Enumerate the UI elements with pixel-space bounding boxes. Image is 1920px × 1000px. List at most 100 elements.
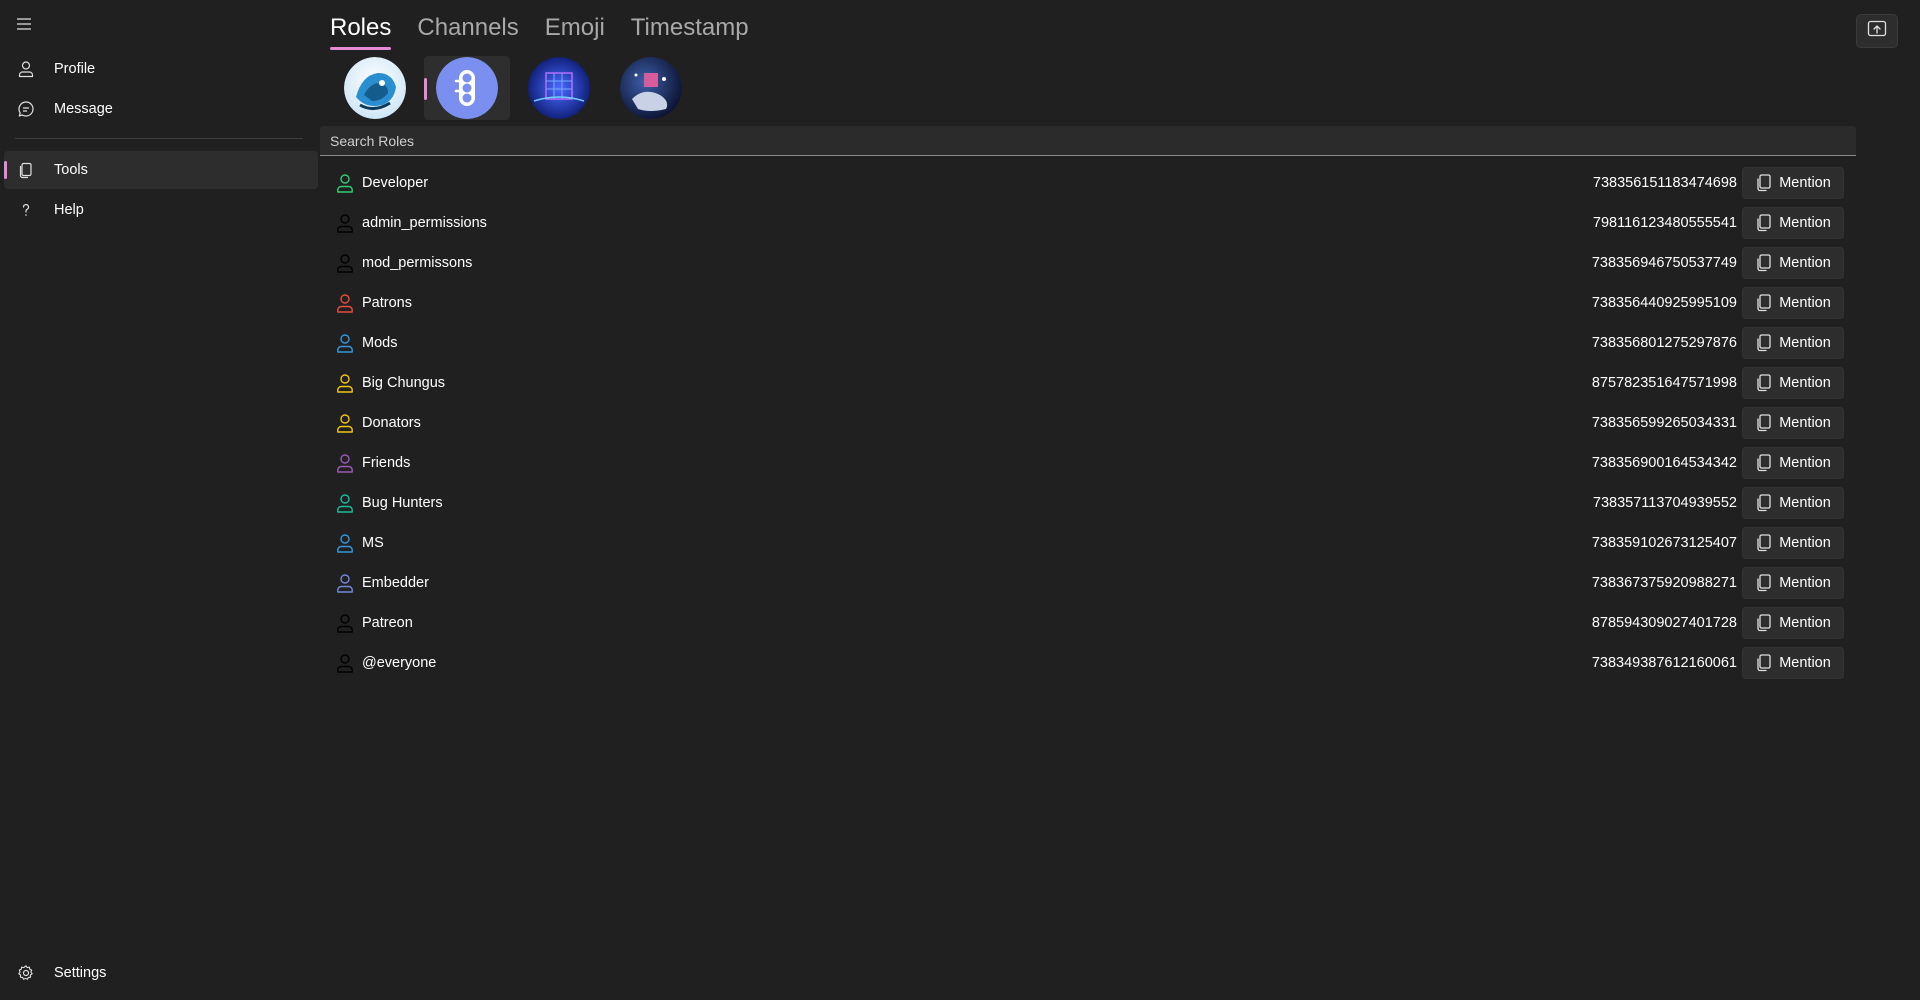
mention-button[interactable]: Mention <box>1742 287 1844 319</box>
server-item[interactable] <box>516 56 602 120</box>
sidebar-item-tools[interactable]: Tools <box>4 151 318 189</box>
role-name: Friends <box>362 455 411 471</box>
server-item[interactable] <box>332 56 418 120</box>
tab-bar: Roles Channels Emoji Timestamp <box>330 14 749 50</box>
role-name: mod_permissons <box>362 255 473 271</box>
role-row: admin_permissions 798116123480555541 Men… <box>320 203 1856 243</box>
mention-button[interactable]: Mention <box>1742 567 1844 599</box>
role-person-icon <box>335 333 355 353</box>
role-person-icon <box>335 413 355 433</box>
tab-roles[interactable]: Roles <box>330 14 392 50</box>
mention-button-label: Mention <box>1779 615 1831 631</box>
role-id: 738356599265034331 <box>1591 415 1737 431</box>
sidebar-divider <box>15 138 303 139</box>
mention-button[interactable]: Mention <box>1742 207 1844 239</box>
sidebar-item-settings[interactable]: Settings <box>4 954 318 992</box>
role-row: Bug Hunters 738357113704939552 Mention <box>320 483 1856 523</box>
role-id: 738356801275297876 <box>1591 335 1737 351</box>
chat-icon <box>16 99 36 119</box>
server-avatar <box>436 57 498 119</box>
server-avatar <box>344 57 406 119</box>
role-row: Embedder 738367375920988271 Mention <box>320 563 1856 603</box>
search-roles-input[interactable] <box>320 126 1856 156</box>
open-external-button[interactable] <box>1856 14 1898 48</box>
copy-icon <box>1755 374 1773 392</box>
sidebar: Profile Message Tools Help Settings <box>0 0 318 1000</box>
role-name: Patreon <box>362 615 413 631</box>
role-name: Developer <box>362 175 429 191</box>
role-row: mod_permissons 738356946750537749 Mentio… <box>320 243 1856 283</box>
role-name: @everyone <box>362 655 437 671</box>
mention-button[interactable]: Mention <box>1742 367 1844 399</box>
role-row: MS 738359102673125407 Mention <box>320 523 1856 563</box>
role-id: 738356900164534342 <box>1591 455 1737 471</box>
sidebar-item-profile[interactable]: Profile <box>4 50 318 88</box>
mention-button-label: Mention <box>1779 455 1831 471</box>
mention-button[interactable]: Mention <box>1742 487 1844 519</box>
role-person-icon <box>335 493 355 513</box>
mention-button[interactable]: Mention <box>1742 607 1844 639</box>
role-person-icon <box>335 653 355 673</box>
role-id: 738356151183474698 <box>1592 175 1737 191</box>
sidebar-item-message[interactable]: Message <box>4 90 318 128</box>
copy-icon <box>1755 574 1773 592</box>
role-name: Bug Hunters <box>362 495 443 511</box>
mention-button[interactable]: Mention <box>1742 247 1844 279</box>
server-avatar <box>620 57 682 119</box>
role-person-icon <box>335 253 355 273</box>
mention-button-label: Mention <box>1779 255 1831 271</box>
copy-icon <box>1755 214 1773 232</box>
tab-timestamp[interactable]: Timestamp <box>631 14 749 50</box>
roles-list: Developer 738356151183474698 Mention adm… <box>320 163 1856 683</box>
role-name: Patrons <box>362 295 412 311</box>
copy-icon <box>1755 654 1773 672</box>
server-item[interactable] <box>424 56 510 120</box>
server-item[interactable] <box>608 56 694 120</box>
hamburger-menu-icon[interactable] <box>12 12 36 36</box>
sidebar-item-label: Message <box>54 101 113 117</box>
sidebar-item-help[interactable]: Help <box>4 191 318 229</box>
mention-button[interactable]: Mention <box>1742 527 1844 559</box>
sidebar-item-label: Tools <box>54 162 88 178</box>
mention-button[interactable]: Mention <box>1742 447 1844 479</box>
role-id: 738357113704939552 <box>1592 495 1737 511</box>
role-id: 875782351647571998 <box>1591 375 1737 391</box>
sidebar-item-label: Profile <box>54 61 96 77</box>
role-id: 878594309027401728 <box>1591 615 1737 631</box>
role-person-icon <box>335 533 355 553</box>
role-row: Developer 738356151183474698 Mention <box>320 163 1856 203</box>
role-person-icon <box>335 573 355 593</box>
role-name: Big Chungus <box>362 375 446 391</box>
role-person-icon <box>335 453 355 473</box>
upload-window-icon <box>1867 20 1887 43</box>
role-name: Donators <box>362 415 421 431</box>
role-row: Friends 738356900164534342 Mention <box>320 443 1856 483</box>
role-row: @everyone 738349387612160061 Mention <box>320 643 1856 683</box>
role-row: Patrons 738356440925995109 Mention <box>320 283 1856 323</box>
role-person-icon <box>335 373 355 393</box>
copy-icon <box>1755 614 1773 632</box>
question-icon <box>16 200 36 220</box>
mention-button[interactable]: Mention <box>1742 167 1844 199</box>
sidebar-item-label: Settings <box>54 965 107 981</box>
role-row: Mods 738356801275297876 Mention <box>320 323 1856 363</box>
mention-button[interactable]: Mention <box>1742 327 1844 359</box>
role-row: Big Chungus 875782351647571998 Mention <box>320 363 1856 403</box>
role-name: Embedder <box>362 575 429 591</box>
role-id: 738367375920988271 <box>1591 575 1737 591</box>
copy-icon <box>1755 494 1773 512</box>
role-row: Donators 738356599265034331 Mention <box>320 403 1856 443</box>
mention-button[interactable]: Mention <box>1742 647 1844 679</box>
mention-button[interactable]: Mention <box>1742 407 1844 439</box>
role-name: Mods <box>362 335 398 351</box>
mention-button-label: Mention <box>1779 295 1831 311</box>
mention-button-label: Mention <box>1779 335 1831 351</box>
role-person-icon <box>335 613 355 633</box>
gear-icon <box>16 963 36 983</box>
mention-button-label: Mention <box>1779 175 1831 191</box>
copy-icon <box>1755 174 1773 192</box>
mention-button-label: Mention <box>1779 655 1831 671</box>
tab-emoji[interactable]: Emoji <box>545 14 605 50</box>
sidebar-item-label: Help <box>54 202 84 218</box>
tab-channels[interactable]: Channels <box>417 14 518 50</box>
